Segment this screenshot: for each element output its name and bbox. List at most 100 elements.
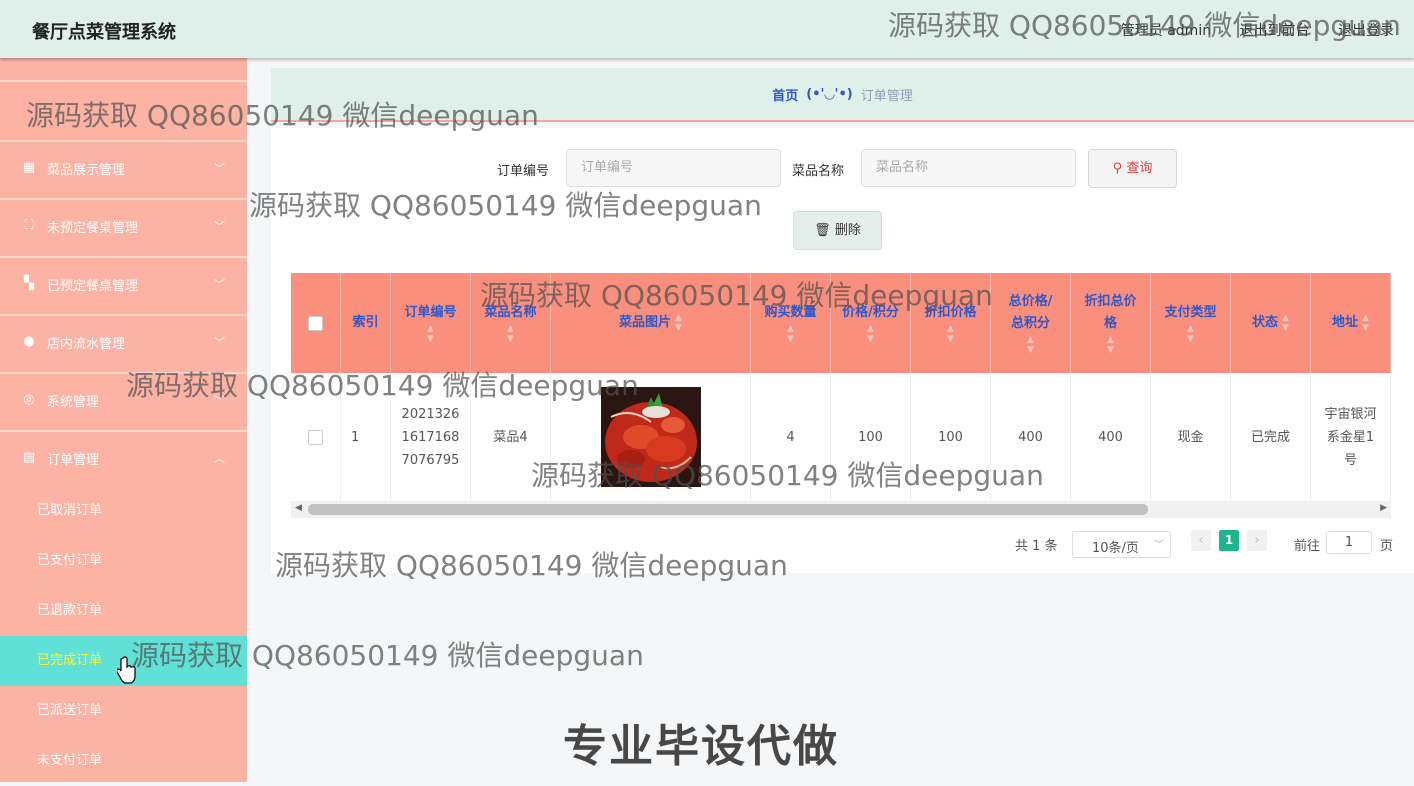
sidebar-sub-paid[interactable]: 已支付订单 bbox=[0, 536, 247, 586]
cell-address: 宇宙银河 系金星1 号 bbox=[1311, 373, 1391, 501]
sidebar-sub-cancelled[interactable]: 已取消订单 bbox=[0, 486, 247, 536]
col-discount-total[interactable]: 折扣总价格 ▲ ▼ bbox=[1071, 273, 1151, 373]
chevron-down-icon: ﹀ bbox=[1154, 540, 1164, 551]
select-all-checkbox[interactable] bbox=[308, 315, 323, 331]
sidebar-item-unreserved-tables[interactable]: ⛶ 未预定餐桌管理 ﹀ bbox=[0, 198, 247, 252]
user-icon: ● bbox=[23, 334, 35, 349]
col-pay-type[interactable]: 支付类型 ▲ ▼ bbox=[1151, 273, 1231, 373]
breadcrumb-separator: (•'◡'•) bbox=[806, 86, 853, 102]
row-checkbox[interactable] bbox=[308, 429, 323, 445]
address-line: 号 bbox=[1343, 452, 1357, 468]
sort-icon[interactable]: ▲ ▼ bbox=[1107, 335, 1114, 355]
frame-icon: ⛶ bbox=[24, 218, 34, 233]
dish-image[interactable] bbox=[600, 387, 701, 487]
col-dish-name[interactable]: 菜品名称 ▲ ▼ bbox=[471, 273, 551, 373]
cell-dish-image bbox=[551, 373, 751, 501]
breadcrumb-current: 订单管理 bbox=[860, 88, 913, 104]
sort-icon[interactable]: ▲ ▼ bbox=[507, 324, 514, 344]
sidebar-sub-refunded[interactable]: 已退款订单 bbox=[0, 586, 247, 636]
sidebar-item-dish-display[interactable]: ▦ 菜品展示管理 ﹀ bbox=[0, 140, 247, 194]
select-all-cell bbox=[291, 273, 341, 373]
col-discount-price[interactable]: 折扣价格 ▲ ▼ bbox=[911, 273, 991, 373]
search-button-label: 查询 bbox=[1126, 161, 1153, 176]
dish-name-input[interactable]: 菜品名称 bbox=[861, 149, 1076, 187]
cell-index: 1 bbox=[341, 373, 391, 501]
address-line: 系金星1 bbox=[1326, 429, 1375, 445]
goto-label: 前往 bbox=[1294, 539, 1321, 554]
header-label: 菜品图片 bbox=[619, 315, 672, 330]
page-number-button[interactable]: 1 bbox=[1219, 530, 1239, 551]
table-header: 索引 订单编号 ▲ ▼ 菜品名称 ▲ ▼ 菜品图片 ▲ ▼ 购买数量 ▲ ▼ 价格/积分 ▲ ▼ 折… bbox=[291, 273, 1391, 373]
sidebar-item-label: 已预定餐桌管理 bbox=[47, 278, 139, 294]
col-total[interactable]: 总价格/总积分 ▲ ▼ bbox=[991, 273, 1071, 373]
header-label: 折扣价格 bbox=[924, 305, 977, 320]
cell-dish-name: 菜品4 bbox=[471, 373, 551, 501]
logout-link[interactable]: 退出登录 bbox=[1338, 23, 1394, 39]
order-no-input[interactable]: 订单编号 bbox=[566, 149, 781, 187]
sidebar-sub-unpaid[interactable]: 未支付订单 bbox=[0, 736, 247, 786]
col-index[interactable]: 索引 bbox=[341, 273, 391, 373]
chevron-down-icon: ﹀ bbox=[214, 336, 225, 349]
sort-icon[interactable]: ▲ ▼ bbox=[1027, 335, 1034, 355]
cell-total: 400 bbox=[991, 373, 1071, 501]
breadcrumb: 首页 (•'◡'•) 订单管理 bbox=[271, 68, 1414, 122]
col-order-no[interactable]: 订单编号 ▲ ▼ bbox=[391, 273, 471, 373]
sidebar-item-system[interactable]: ◎ 系统管理 ﹀ bbox=[0, 372, 247, 426]
clipboard-icon: ▤ bbox=[22, 450, 36, 465]
horizontal-scrollbar[interactable]: ◀ ▶ bbox=[291, 501, 1391, 518]
breadcrumb-home[interactable]: 首页 bbox=[772, 85, 798, 104]
scroll-right-icon[interactable]: ▶ bbox=[1380, 503, 1387, 513]
sidebar-item-home[interactable] bbox=[0, 80, 247, 106]
sort-icon[interactable]: ▲ ▼ bbox=[1187, 324, 1194, 344]
sidebar-sub-dispatched[interactable]: 已派送订单 bbox=[0, 686, 247, 736]
app-title: 餐厅点菜管理系统 bbox=[32, 22, 176, 43]
sidebar-item-label: 店内流水管理 bbox=[47, 336, 126, 352]
sort-icon[interactable]: ▲ ▼ bbox=[947, 324, 954, 344]
header-label: 订单编号 bbox=[404, 305, 457, 320]
scrollbar-thumb[interactable] bbox=[308, 504, 1148, 515]
sort-icon[interactable]: ▲ ▼ bbox=[1282, 313, 1289, 333]
dish-name-label: 菜品名称 bbox=[792, 164, 845, 179]
delete-button-label: 删除 bbox=[834, 223, 861, 238]
order-no-line: 7076795 bbox=[401, 452, 460, 468]
sidebar-item-orders[interactable]: ▤ 订单管理 ︿ bbox=[0, 430, 247, 484]
compass-icon: ◎ bbox=[23, 392, 35, 407]
prev-page-button[interactable]: ‹ bbox=[1191, 530, 1211, 551]
sort-icon[interactable]: ▲ ▼ bbox=[427, 324, 434, 344]
cell-pay-type: 现金 bbox=[1151, 373, 1231, 501]
cell-status: 已完成 bbox=[1231, 373, 1311, 501]
page-size-select[interactable]: 10条/页 ﹀ bbox=[1072, 531, 1171, 558]
cell-discount-total: 400 bbox=[1071, 373, 1151, 501]
col-dish-image[interactable]: 菜品图片 ▲ ▼ bbox=[551, 273, 751, 373]
next-page-button[interactable]: › bbox=[1247, 530, 1267, 551]
col-quantity[interactable]: 购买数量 ▲ ▼ bbox=[751, 273, 831, 373]
row-select-cell bbox=[291, 373, 341, 501]
col-price[interactable]: 价格/积分 ▲ ▼ bbox=[831, 273, 911, 373]
back-to-front-link[interactable]: 退出到前台 bbox=[1240, 23, 1310, 39]
scroll-left-icon[interactable]: ◀ bbox=[295, 503, 302, 513]
chevron-down-icon: ﹀ bbox=[214, 220, 225, 233]
search-button[interactable]: ⚲ 查询 bbox=[1088, 149, 1177, 188]
header-label: 总价格/总积分 bbox=[1008, 294, 1053, 331]
chevron-down-icon: ﹀ bbox=[214, 394, 225, 407]
header-label: 价格/积分 bbox=[842, 305, 899, 320]
sort-icon[interactable]: ▲ ▼ bbox=[1362, 313, 1369, 333]
header-label: 购买数量 bbox=[764, 305, 817, 320]
table-row[interactable]: 1 2021326 1617168 7076795 菜品4 4 100 100 … bbox=[291, 373, 1391, 501]
grid-icon: ▦ bbox=[22, 160, 36, 175]
delete-button[interactable]: 🗑 删除 bbox=[793, 211, 882, 250]
sidebar-item-reserved-tables[interactable]: ▚ 已预定餐桌管理 ﹀ bbox=[0, 256, 247, 310]
sidebar-item-label: 菜品展示管理 bbox=[47, 162, 126, 178]
sort-icon[interactable]: ▲ ▼ bbox=[867, 324, 874, 344]
sort-icon[interactable]: ▲ ▼ bbox=[675, 313, 682, 333]
cell-discount-price: 100 bbox=[911, 373, 991, 501]
header-label: 状态 bbox=[1252, 315, 1279, 330]
sort-icon[interactable]: ▲ ▼ bbox=[787, 324, 794, 344]
watermark-banner: 专业毕设代做 bbox=[563, 721, 839, 772]
col-address[interactable]: 地址 ▲ ▼ bbox=[1311, 273, 1391, 373]
content-panel: 订单编号 订单编号 菜品名称 菜品名称 ⚲ 查询 🗑 删除 索引 订单编号 ▲ ▼ … bbox=[271, 128, 1414, 573]
col-status[interactable]: 状态 ▲ ▼ bbox=[1231, 273, 1311, 373]
sidebar-item-cashflow[interactable]: ● 店内流水管理 ﹀ bbox=[0, 314, 247, 368]
header-label: 菜品名称 bbox=[484, 305, 537, 320]
goto-page-input[interactable]: 1 bbox=[1326, 531, 1372, 554]
